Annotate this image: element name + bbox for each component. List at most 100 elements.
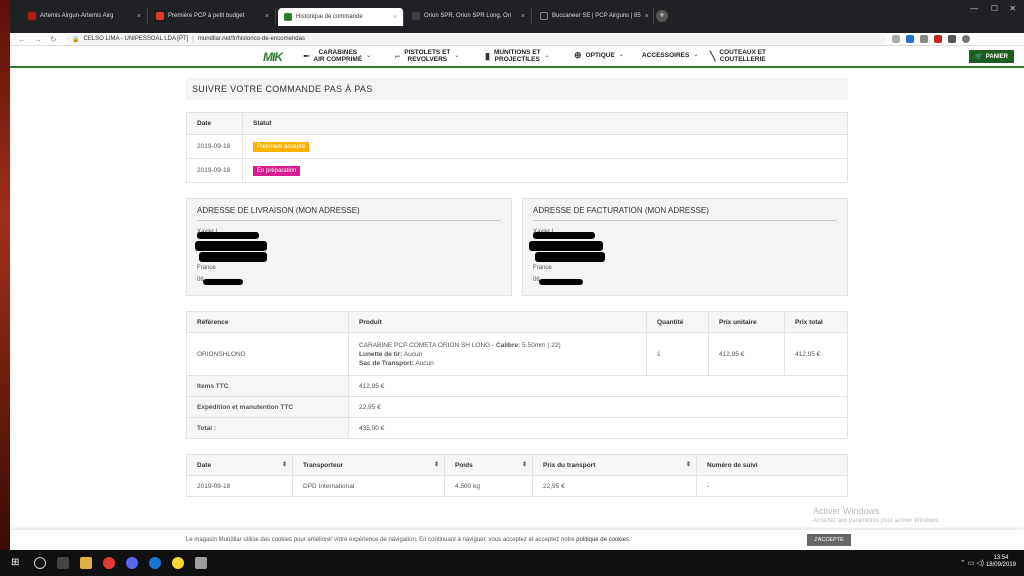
close-icon[interactable]: × (137, 13, 141, 20)
extension-icon[interactable] (934, 35, 942, 43)
close-window-icon[interactable]: ✕ (1009, 4, 1016, 13)
app-icon[interactable] (195, 557, 207, 569)
menu-label: CARABINES (318, 49, 358, 56)
menu-accessoires[interactable]: ACCESSOIRES ⌄ (642, 52, 698, 59)
new-tab-button[interactable]: + (656, 10, 668, 22)
menu-optique[interactable]: ⊕ OPTIQUE ⌄ (574, 51, 624, 60)
extension-icon[interactable] (892, 35, 900, 43)
chevron-down-icon: ⌄ (454, 52, 460, 59)
ship-carrier: DPD International (292, 475, 445, 497)
cookie-punctuation: . (628, 537, 631, 543)
chrome-icon[interactable] (172, 557, 184, 569)
sort-icon[interactable]: ⇕ (434, 461, 439, 468)
url-text: mundilar.net/fr/historico-de-encomendas (197, 36, 305, 42)
billing-address-box: ADRESSE DE FACTURATION (MON ADRESSE) Xav… (522, 198, 848, 296)
tab-premiere-pcp[interactable]: Première PCP à petit budget × (150, 8, 276, 24)
column-header-price[interactable]: Prix du transport ⇕ (532, 454, 697, 476)
site-logo[interactable]: MIK (263, 50, 283, 64)
sort-icon[interactable]: ⇕ (522, 461, 527, 468)
clock[interactable]: 13:54 18/09/2019 (986, 555, 1016, 569)
items-total-label: Items TTC (186, 375, 349, 397)
caliber-label: Calibre: (496, 341, 521, 349)
avatar[interactable] (962, 35, 970, 43)
status-badge: En préparation (253, 165, 301, 176)
menu-munitions[interactable]: ▮ MUNITIONS ET PROJECTILES ⌄ (485, 49, 550, 63)
windows-start-icon[interactable]: ⊞ (11, 557, 23, 569)
table-row: 2019-09-18 Paiement accepté (186, 134, 848, 159)
column-header: Statut (242, 112, 848, 135)
close-icon[interactable]: × (393, 14, 397, 21)
discord-icon[interactable] (126, 557, 138, 569)
ship-tracking: - (696, 475, 848, 497)
accept-cookies-button[interactable]: J'ACCEPTE (807, 534, 851, 546)
extension-icon[interactable] (948, 35, 956, 43)
grand-total-value: 435,90 € (348, 417, 848, 439)
column-header-date[interactable]: Date ⇕ (186, 454, 293, 476)
forward-icon[interactable]: → (34, 35, 42, 44)
table-row: 2019-09-18 DPD International 4.500 kg 22… (186, 475, 848, 497)
status-date: 2019-09-18 (186, 134, 243, 159)
translate-icon[interactable] (906, 35, 914, 43)
tab-historique[interactable]: Historique de commande × (278, 8, 404, 26)
redaction-mark (203, 279, 243, 285)
column-header-weight[interactable]: Poids ⇕ (444, 454, 533, 476)
menu-label: PISTOLETS ET (404, 49, 451, 56)
tab-buccaneer[interactable]: Buccaneer SE | PCP Airguns | 85 × (534, 8, 654, 24)
page-title: SUIVRE VOTRE COMMANDE PAS À PAS (186, 78, 848, 100)
back-icon[interactable]: ← (18, 35, 26, 44)
close-icon[interactable]: × (645, 13, 649, 20)
table-row: Expédition et manutention TTC 22,95 € (186, 396, 848, 418)
menu-carabines[interactable]: ╾ CARABINES AIR COMPRIMÉ ⌄ (304, 49, 371, 63)
file-explorer-icon[interactable] (80, 557, 92, 569)
tab-artemis[interactable]: Artemis Airgun-Artemis Airg × (22, 8, 148, 24)
cookie-text: Le magasin Mundilar utilise des cookies … (186, 537, 631, 543)
scope-value: Aucun (403, 350, 423, 358)
close-icon[interactable]: × (521, 13, 525, 20)
column-header: Quantité (646, 311, 709, 333)
ship-weight: 4.500 kg (444, 475, 533, 497)
maximize-icon[interactable]: ☐ (991, 4, 998, 13)
chrome-icon[interactable] (103, 557, 115, 569)
cart-button[interactable]: 🛒 PANIER (969, 50, 1014, 63)
redaction-mark (535, 252, 605, 262)
redaction-mark (199, 252, 267, 262)
sort-icon[interactable]: ⇕ (282, 461, 287, 468)
tab-label: Première PCP à petit budget (168, 13, 245, 19)
star-icon[interactable] (920, 35, 928, 43)
address-country: France (197, 265, 216, 271)
ship-date: 2019-09-18 (186, 475, 293, 497)
shipping-label: Expédition et manutention TTC (186, 396, 349, 418)
task-view-icon[interactable] (57, 557, 69, 569)
minimize-icon[interactable]: — (970, 4, 978, 13)
column-header-carrier[interactable]: Transporteur ⇕ (292, 454, 445, 476)
menu-label: PROJECTILES (494, 56, 540, 63)
table-header-row: Date ⇕ Transporteur ⇕ Poids ⇕ Prix du trans… (186, 454, 848, 476)
tab-label: Historique de commande (296, 14, 363, 20)
app-icon[interactable] (149, 557, 161, 569)
close-icon[interactable]: × (265, 13, 269, 20)
url-field[interactable]: 🔒 CELSO LIMA - UNIPESSOAL LDA [PT] | mun… (66, 34, 886, 44)
menu-pistolets[interactable]: ⌐ PISTOLETS ET REVOLVERS ⌄ (395, 49, 459, 63)
menu-label: OPTIQUE (585, 52, 615, 59)
sort-icon[interactable]: ⇕ (686, 461, 691, 468)
search-icon[interactable] (34, 557, 46, 569)
table-header-row: Référence Produit Quantité Prix unitaire… (186, 311, 848, 333)
column-header: Produit (348, 311, 647, 333)
column-header-tracking: Numéro de suivi (696, 454, 848, 476)
delivery-address-title: ADRESSE DE LIVRAISON (MON ADRESSE) (197, 206, 501, 221)
reload-icon[interactable]: ↻ (50, 35, 58, 44)
status-date: 2019-09-18 (186, 158, 243, 183)
menu-couteaux[interactable]: ╲ COUTEAUX ET COUTELLERIE (710, 49, 766, 63)
cookie-policy-link[interactable]: politique de cookies (576, 537, 629, 543)
bag-label: Sac de Transport: (359, 359, 414, 367)
system-tray[interactable]: ⌃ ▭ ◁) (960, 559, 984, 567)
windows-activation-watermark: Activer Windows Accédez aux paramètres p… (813, 506, 940, 524)
item-unit-price: 412,95 € (708, 332, 785, 376)
table-row: ORIONSHLONG CARABINE PCP COMETA ORION SH… (186, 332, 848, 376)
desktop-background (0, 0, 10, 550)
column-header-label: Transporteur (303, 461, 344, 469)
tab-bar: Artemis Airgun-Artemis Airg × Première P… (10, 0, 1024, 33)
column-header-label: Date (197, 461, 212, 469)
column-header: Référence (186, 311, 349, 333)
tab-orion-spr[interactable]: Orion SPR, Orion SPR Long, Ori × (406, 8, 532, 24)
